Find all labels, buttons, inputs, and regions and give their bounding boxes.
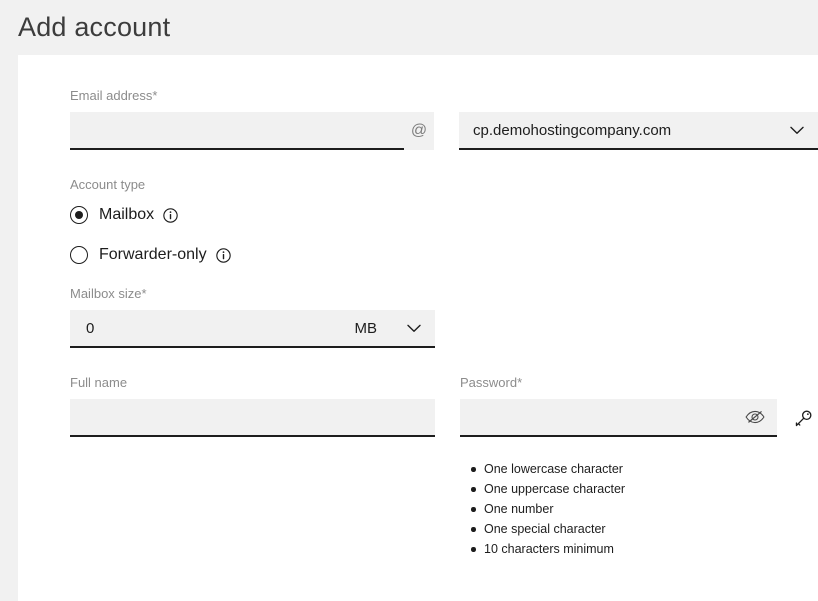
radio-option-mailbox[interactable]: Mailbox bbox=[70, 201, 178, 229]
domain-select-group: cp.demohostingcompany.com bbox=[459, 89, 818, 150]
email-domain-row: Email address* @ cp.demohostingcompany.c… bbox=[70, 89, 818, 150]
page-header: Add account bbox=[0, 0, 818, 55]
password-requirement-item: One special character bbox=[471, 519, 818, 539]
password-group: Password* One lowercase character One up… bbox=[460, 376, 818, 575]
at-icon-glyph: @ bbox=[410, 122, 428, 139]
email-label: Email address* bbox=[70, 88, 158, 103]
info-icon[interactable] bbox=[163, 207, 178, 223]
full-name-label: Full name bbox=[70, 375, 128, 390]
password-input[interactable] bbox=[460, 399, 777, 437]
name-password-row: Full name Password* One lowercase charac… bbox=[70, 376, 818, 575]
email-field-group: Email address* @ bbox=[70, 89, 434, 150]
mailbox-size-group: Mailbox size* 0 MB bbox=[70, 287, 435, 348]
domain-select[interactable]: cp.demohostingcompany.com bbox=[459, 112, 818, 150]
at-icon: @ bbox=[404, 112, 434, 150]
password-requirement-item: 10 characters minimum bbox=[471, 539, 818, 559]
mailbox-size-unit-value: MB bbox=[354, 319, 378, 337]
eye-slash-icon[interactable] bbox=[745, 410, 765, 424]
password-requirements-list: One lowercase character One uppercase ch… bbox=[460, 459, 818, 559]
domain-label bbox=[459, 89, 818, 102]
full-name-input[interactable] bbox=[70, 399, 435, 437]
radio-forwarder-only-label: Forwarder-only bbox=[99, 246, 207, 263]
key-icon bbox=[795, 410, 811, 426]
password-requirement-item: One lowercase character bbox=[471, 459, 818, 479]
chevron-down-icon bbox=[407, 324, 421, 332]
info-icon[interactable] bbox=[215, 247, 231, 263]
radio-mailbox-label: Mailbox bbox=[99, 206, 155, 223]
mailbox-size-input[interactable]: 0 MB bbox=[70, 310, 435, 348]
mailbox-size-unit-select[interactable]: MB bbox=[355, 320, 424, 337]
page-title: Add account bbox=[18, 12, 171, 42]
full-name-group: Full name bbox=[70, 376, 435, 575]
mailbox-size-value: 0 bbox=[86, 319, 95, 337]
radio-option-forwarder-only[interactable]: Forwarder-only bbox=[70, 241, 231, 269]
domain-select-value: cp.demohostingcompany.com bbox=[473, 121, 672, 139]
account-type-group: Account type Mailbox Forwarder-only bbox=[70, 178, 818, 269]
add-account-form-card: Email address* @ cp.demohostingcompany.c… bbox=[18, 55, 818, 601]
account-type-label: Account type bbox=[70, 177, 146, 192]
email-input-row: @ bbox=[70, 112, 434, 150]
chevron-down-icon bbox=[790, 126, 804, 134]
password-label: Password* bbox=[460, 375, 523, 390]
generate-password-button[interactable] bbox=[786, 399, 818, 437]
mailbox-size-label: Mailbox size* bbox=[70, 286, 147, 301]
password-requirement-item: One number bbox=[471, 499, 818, 519]
radio-mailbox-mark[interactable] bbox=[70, 206, 88, 224]
email-input[interactable] bbox=[70, 112, 404, 150]
password-input-row bbox=[460, 399, 818, 437]
radio-forwarder-only-mark[interactable] bbox=[70, 246, 88, 264]
password-requirement-item: One uppercase character bbox=[471, 479, 818, 499]
